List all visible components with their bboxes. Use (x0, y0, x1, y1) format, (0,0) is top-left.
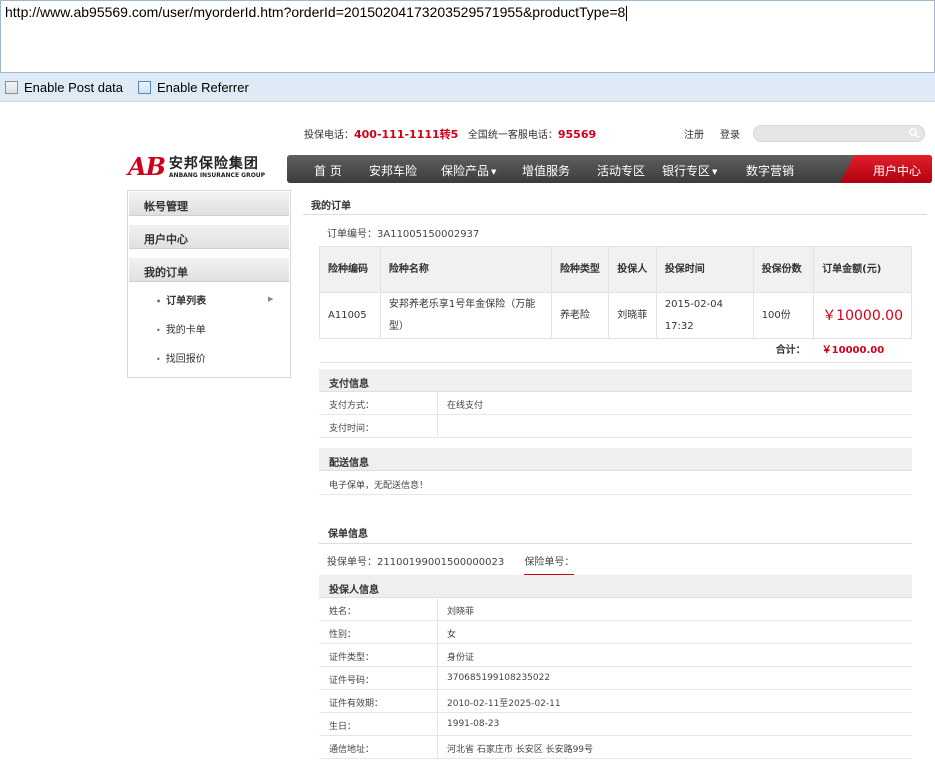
policy-numbers: 投保单号：21100199001500000023 保险单号： (327, 553, 575, 576)
url-input[interactable]: http://www.ab95569.com/user/myorderId.ht… (0, 0, 935, 73)
holder-row: 性别：女 (319, 621, 912, 644)
register-link[interactable]: 注册 (684, 130, 704, 141)
section-header: 配送信息 (319, 448, 912, 471)
sidebar-item-user-center[interactable]: 用户中心 (129, 225, 289, 249)
col-count: 投保份数 (752, 246, 815, 293)
payment-time-row: 支付时间： (319, 415, 912, 438)
logo-cn-text: 安邦保险集团 (168, 155, 259, 172)
nav-digital-marketing[interactable]: 数字营销 (746, 162, 794, 179)
logo-mark: AB (128, 152, 166, 181)
service-label: 全国统一客服电话： (467, 130, 558, 141)
col-amount: 订单金额(元) (813, 246, 912, 293)
options-bar: Enable Post data Enable Referrer (0, 73, 935, 102)
total-value: ￥10000.00 (813, 338, 912, 363)
delivery-note: 电子保单，无配送信息！ (319, 471, 912, 495)
sidebar-sub-retrieve-quote[interactable]: 找回报价 (156, 350, 206, 365)
payment-method-row: 支付方式： 在线支付 (319, 392, 912, 415)
policy-info-title: 保单信息 (319, 518, 912, 544)
nav-user-center[interactable]: 用户中心 (840, 155, 932, 183)
search-icon[interactable] (909, 128, 919, 138)
nav-products-label: 保险产品 (441, 164, 490, 178)
chevron-right-icon: ▶ (268, 295, 274, 303)
sidebar-sub-order-list[interactable]: 订单列表 (156, 292, 206, 307)
section-header: 支付信息 (319, 369, 912, 392)
nav-user-center-label: 用户中心 (873, 164, 922, 178)
cell-holder: 刘晓菲 (608, 292, 657, 339)
account-links: 注册 登录 (684, 126, 756, 141)
phone-label: 投保电话： (304, 130, 354, 141)
total-row: 合计： ￥10000.00 (319, 338, 912, 363)
service-number: 95569 (557, 128, 597, 141)
checkbox-box[interactable] (138, 81, 151, 94)
cell-count: 100份 (752, 292, 815, 339)
site-search-input[interactable] (753, 125, 925, 142)
cell-name: 安邦养老乐享1号年金保险（万能型） (379, 292, 552, 339)
cell-code: A11005 (319, 292, 381, 339)
nav-bank-label: 银行专区 (662, 164, 711, 178)
enable-post-data-label: Enable Post data (24, 80, 124, 95)
application-number: 21100199001500000023 (377, 557, 505, 568)
cell-type: 养老险 (550, 292, 610, 339)
col-holder: 投保人 (608, 246, 657, 293)
col-name: 险种名称 (379, 246, 552, 293)
chevron-down-icon: ▼ (712, 167, 718, 176)
sidebar-item-account[interactable]: 帐号管理 (129, 192, 289, 216)
page-title: 我的订单 (303, 190, 927, 215)
cell-time: 2015-02-04 17:32 (655, 292, 754, 339)
cell-amount: ￥10000.00 (813, 292, 912, 339)
anbang-logo[interactable]: AB 安邦保险集团 ANBANG INSURANCE GROUP (128, 155, 265, 179)
holder-row: 证件号码： 370685199108235022 (319, 667, 912, 690)
nav-value-added[interactable]: 增值服务 (522, 162, 570, 179)
nav-products[interactable]: 保险产品 ▼ (441, 162, 496, 179)
col-type: 险种类型 (550, 246, 610, 293)
enable-referrer-checkbox[interactable]: Enable Referrer (138, 80, 249, 95)
enable-post-data-checkbox[interactable]: Enable Post data (5, 80, 123, 95)
application-number-label: 投保单号： (327, 557, 377, 568)
checkbox-box[interactable] (5, 81, 18, 94)
holder-info-section: 投保人信息 姓名： 刘晓菲 性别：女 证件类型： 身份证 证件号码： 37068519… (319, 575, 912, 759)
nav-car-insurance[interactable]: 安邦车险 (369, 162, 417, 179)
col-code: 险种编码 (319, 246, 381, 293)
holder-row: 姓名： 刘晓菲 (319, 598, 912, 621)
holder-row: 生日： 1991-08-23 (319, 713, 912, 736)
nav-activities[interactable]: 活动专区 (597, 162, 645, 179)
logo-en-text: ANBANG INSURANCE GROUP (168, 171, 266, 179)
section-header: 投保人信息 (319, 575, 912, 598)
contact-info: 投保电话：400-111-1111转5 全国统一客服电话：95569 (304, 126, 596, 142)
nav-bank[interactable]: 银行专区 ▼ (662, 162, 717, 179)
url-text: http://www.ab95569.com/user/myorderId.ht… (5, 4, 626, 20)
sidebar: 帐号管理 用户中心 我的订单 订单列表 ▶ 我的卡单 找回报价 (127, 190, 291, 378)
col-time: 投保时间 (655, 246, 754, 293)
delivery-info-section: 配送信息 电子保单，无配送信息！ (319, 448, 912, 495)
table-header-row: 险种编码 险种名称 险种类型 投保人 投保时间 投保份数 订单金额(元) (319, 246, 912, 293)
total-label: 合计： (319, 338, 814, 363)
enable-referrer-label: Enable Referrer (157, 80, 249, 95)
table-row: A11005 安邦养老乐享1号年金保险（万能型） 养老险 刘晓菲 2015-02… (319, 292, 912, 339)
phone-number: 400-111-1111转5 (354, 128, 459, 141)
sidebar-item-my-orders[interactable]: 我的订单 (129, 258, 289, 282)
sidebar-sub-my-cards[interactable]: 我的卡单 (156, 321, 206, 336)
chevron-down-icon: ▼ (491, 167, 497, 176)
payment-info-section: 支付信息 支付方式： 在线支付 支付时间： (319, 369, 912, 438)
nav-home[interactable]: 首 页 (314, 162, 342, 179)
policy-number-tab[interactable]: 保险单号： (524, 553, 575, 576)
text-caret (626, 5, 628, 21)
main-nav: 首 页 安邦车险 保险产品 ▼ 增值服务 活动专区 银行专区 ▼ 数字营销 用户中心 (287, 155, 932, 183)
order-number: 订单编号：3A11005150002937 (327, 229, 480, 240)
holder-row: 证件有效期： 2010-02-11至2025-02-11 (319, 690, 912, 713)
order-table: 险种编码 险种名称 险种类型 投保人 投保时间 投保份数 订单金额(元) A11… (319, 246, 912, 363)
holder-row: 证件类型： 身份证 (319, 644, 912, 667)
holder-row: 通信地址： 河北省 石家庄市 长安区 长安路99号 (319, 736, 912, 759)
login-link[interactable]: 登录 (720, 130, 740, 141)
